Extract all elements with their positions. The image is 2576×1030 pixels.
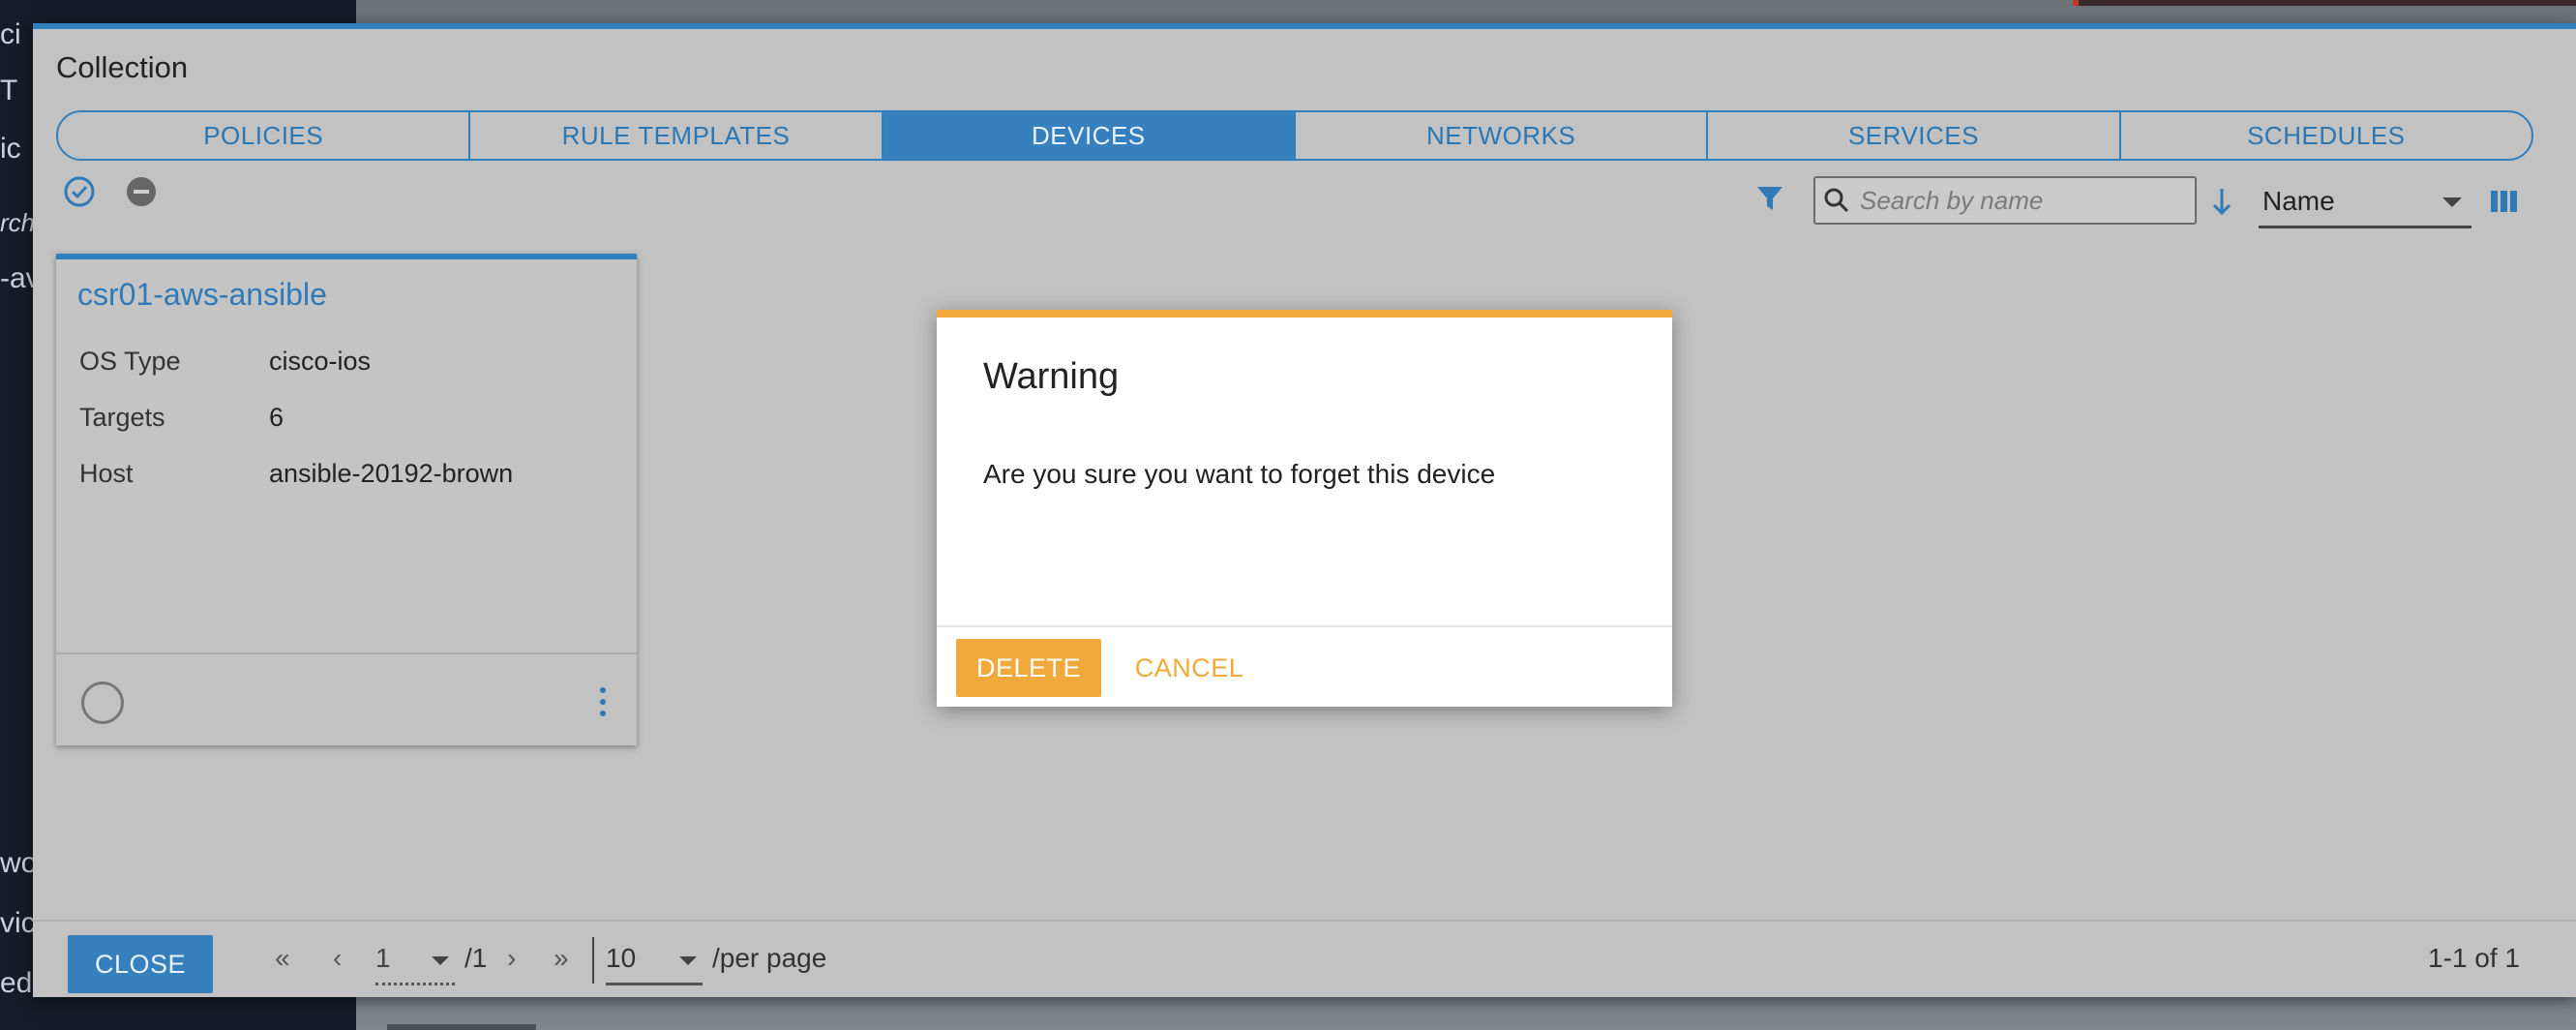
last-page-icon[interactable]: »: [554, 943, 569, 974]
bg-fragment: T: [0, 75, 18, 106]
divider: [592, 937, 594, 984]
page-current: 1: [375, 943, 391, 973]
bg-fragment: ci: [0, 18, 21, 50]
chevron-down-icon: [2442, 197, 2462, 207]
row-value: cisco-ios: [269, 347, 372, 376]
tab-networks[interactable]: NETWORKS: [1296, 112, 1709, 159]
bg-fragment: ic: [0, 133, 21, 165]
device-name-link[interactable]: csr01-aws-ansible: [77, 277, 327, 313]
chevron-down-icon: [679, 956, 697, 965]
device-card: csr01-aws-ansible OS Type cisco-ios Targe…: [56, 254, 637, 745]
page-size-select[interactable]: 10: [606, 943, 703, 985]
tab-devices[interactable]: DEVICES: [883, 112, 1296, 159]
device-row-host: Host ansible-20192-brown: [79, 459, 513, 489]
row-key: OS Type: [79, 347, 181, 376]
search-icon: [1824, 188, 1849, 213]
bg-fragment: -av: [0, 262, 33, 294]
prev-page-icon[interactable]: ‹: [333, 943, 342, 974]
close-button[interactable]: CLOSE: [68, 935, 213, 993]
card-footer: [56, 652, 637, 745]
tab-bar: POLICIES RULE TEMPLATES DEVICES NETWORKS…: [56, 110, 2533, 161]
more-vert-icon[interactable]: [598, 687, 608, 716]
page-total: /1: [464, 943, 488, 973]
select-all-icon[interactable]: [62, 174, 97, 209]
bg-fragment: rch: [0, 208, 33, 237]
bg-fragment: wo: [0, 847, 33, 879]
next-page-icon[interactable]: ›: [507, 943, 516, 974]
sort-field-value: Name: [2262, 185, 2335, 216]
background-alert-bar: [2073, 0, 2576, 6]
page-size-value: 10: [606, 943, 637, 973]
bg-fragment: vic: [0, 907, 33, 939]
device-row-os-type: OS Type cisco-ios: [79, 347, 371, 377]
background-bottom-tab: [387, 1024, 536, 1030]
filter-icon[interactable]: [1753, 182, 1786, 215]
search-input[interactable]: [1860, 185, 2179, 216]
card-select-radio[interactable]: [81, 682, 124, 724]
deselect-all-icon[interactable]: [126, 176, 157, 207]
result-range: 1-1 of 1: [2428, 943, 2520, 973]
bg-fragment: ed: [0, 967, 33, 999]
warning-footer: DELETE CANCEL: [937, 625, 1672, 707]
delete-button[interactable]: DELETE: [956, 639, 1101, 697]
search-box: [1813, 176, 2197, 225]
tab-schedules[interactable]: SCHEDULES: [2121, 112, 2531, 159]
page-select[interactable]: 1: [375, 943, 455, 985]
warning-title: Warning: [983, 356, 1120, 397]
column-view-icon[interactable]: [2487, 184, 2522, 219]
tab-services[interactable]: SERVICES: [1708, 112, 2121, 159]
row-value: ansible-20192-brown: [269, 459, 514, 488]
device-row-targets: Targets 6: [79, 403, 284, 433]
sort-field-select[interactable]: Name: [2259, 176, 2471, 228]
per-page-label: /per page: [712, 943, 827, 973]
warning-message: Are you sure you want to forget this dev…: [983, 459, 1496, 489]
dialog-title: Collection: [56, 50, 189, 84]
tab-rule-templates[interactable]: RULE TEMPLATES: [470, 112, 884, 159]
first-page-icon[interactable]: «: [275, 943, 290, 974]
row-value: 6: [269, 403, 285, 432]
row-key: Host: [79, 459, 134, 488]
chevron-down-icon: [432, 956, 449, 965]
tab-policies[interactable]: POLICIES: [58, 112, 471, 159]
sort-direction-icon[interactable]: [2206, 184, 2237, 219]
cancel-button[interactable]: CANCEL: [1126, 639, 1252, 697]
row-key: Targets: [79, 403, 165, 432]
dialog-footer: CLOSE « ‹ 1 /1 › » 10 /per page 1-1 of 1: [33, 920, 2576, 997]
warning-dialog: Warning Are you sure you want to forget …: [937, 310, 1672, 707]
